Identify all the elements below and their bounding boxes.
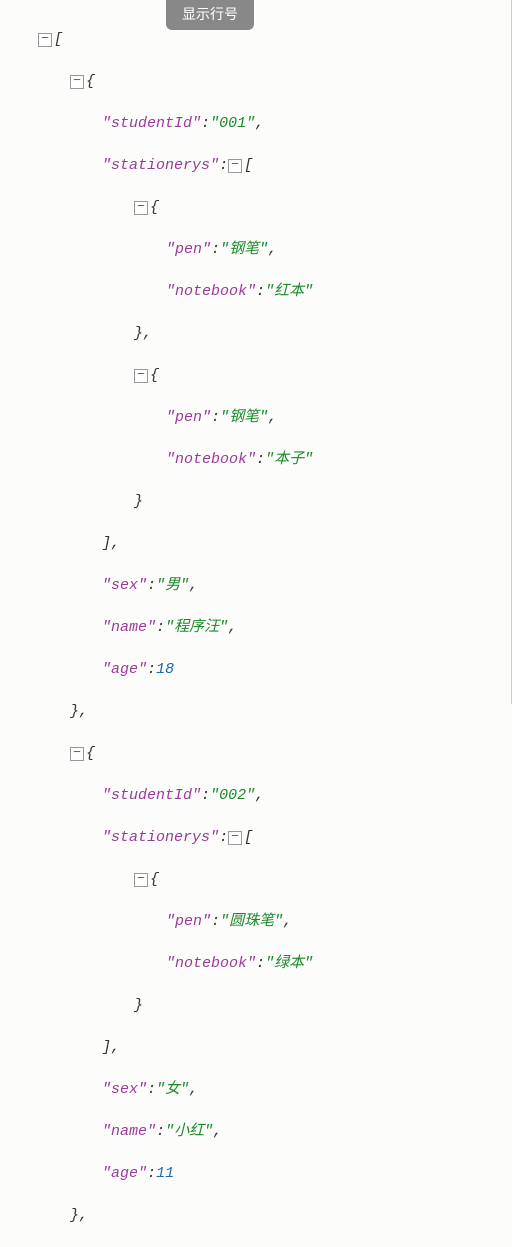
json-code-block: −[ −{ "studentId":"001", "stationerys":−… (0, 0, 512, 1247)
collapse-icon[interactable]: − (228, 831, 242, 845)
collapse-icon[interactable]: − (70, 747, 84, 761)
collapse-icon[interactable]: − (134, 369, 148, 383)
collapse-icon[interactable]: − (228, 159, 242, 173)
collapse-icon[interactable]: − (134, 873, 148, 887)
show-line-numbers-label: 显示行号 (182, 6, 238, 22)
collapse-icon[interactable]: − (134, 201, 148, 215)
collapse-icon[interactable]: − (70, 75, 84, 89)
show-line-numbers-button[interactable]: 显示行号 (166, 0, 254, 30)
collapse-icon[interactable]: − (38, 33, 52, 47)
